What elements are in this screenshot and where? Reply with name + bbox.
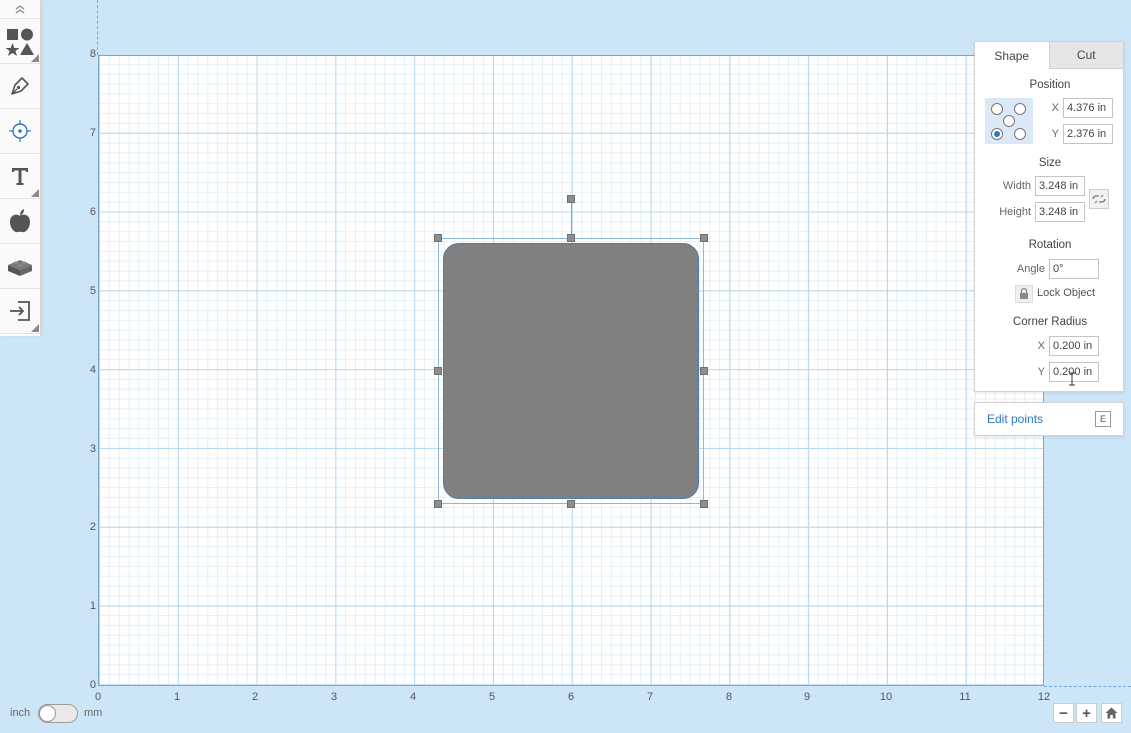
edit-points-button[interactable]: Edit points E: [974, 402, 1124, 436]
origin-top-left-radio[interactable]: [991, 103, 1003, 115]
unit-mm-label: mm: [84, 707, 103, 719]
x-tick-label: 12: [1037, 691, 1051, 703]
y-tick-label: 8: [89, 48, 96, 60]
x-tick-label: 8: [725, 691, 733, 703]
text-tool-button[interactable]: [0, 154, 40, 199]
text-icon: [12, 168, 28, 185]
origin-bottom-left-radio[interactable]: [991, 128, 1003, 140]
angle-field[interactable]: 0°: [1049, 259, 1099, 279]
corner-radius-y-label: Y: [1037, 366, 1045, 378]
position-title: Position: [1029, 79, 1071, 91]
height-label: Height: [999, 206, 1031, 218]
x-tick-label: 10: [879, 691, 893, 703]
resize-handle-top-right[interactable]: [700, 234, 708, 242]
x-tick-label: 6: [567, 691, 575, 703]
width-label: Width: [1002, 180, 1031, 192]
edit-points-shortcut: E: [1095, 411, 1111, 427]
resize-handle-bottom-right[interactable]: [700, 500, 708, 508]
double-chevron-up-icon: [15, 4, 25, 14]
resize-handle-top[interactable]: [567, 234, 575, 242]
origin-center-radio[interactable]: [1003, 115, 1015, 127]
origin-selector: [985, 98, 1033, 144]
import-tool-button[interactable]: [0, 289, 40, 334]
y-tick-label: 3: [89, 443, 96, 455]
x-tick-label: 0: [94, 691, 102, 703]
resize-handle-bottom-left[interactable]: [434, 500, 442, 508]
text-cursor-icon: [1069, 372, 1075, 386]
y-tick-label: 6: [89, 206, 96, 218]
rotation-handle[interactable]: [567, 195, 575, 203]
rounded-square-shape[interactable]: [443, 243, 699, 499]
unit-inch-label: inch: [10, 707, 31, 719]
zoom-in-button[interactable]: +: [1076, 703, 1097, 723]
lego-tool-button[interactable]: [0, 244, 40, 289]
minus-icon: −: [1059, 704, 1068, 722]
x-tick-label: 11: [959, 691, 971, 703]
lock-object-button[interactable]: [1015, 285, 1033, 303]
apple-icon: [10, 209, 30, 233]
x-tick-label: 7: [646, 691, 654, 703]
origin-bottom-right-radio[interactable]: [1014, 128, 1026, 140]
corner-radius-title: Corner Radius: [1012, 316, 1088, 328]
target-tool-button[interactable]: [0, 109, 40, 154]
zoom-home-button[interactable]: [1101, 703, 1122, 723]
x-tick-label: 9: [803, 691, 811, 703]
lock-icon: [1020, 287, 1028, 299]
height-field[interactable]: 3.248 in: [1035, 202, 1085, 222]
edit-points-label: Edit points: [987, 412, 1044, 426]
angle-label: Angle: [1016, 263, 1045, 275]
unit-toggle-switch[interactable]: [38, 704, 78, 723]
resize-handle-bottom[interactable]: [567, 500, 575, 508]
position-y-label: Y: [1051, 128, 1059, 140]
tab-cut[interactable]: Cut: [1049, 42, 1123, 69]
shapes-tool-button[interactable]: [0, 19, 40, 64]
y-tick-label: 1: [89, 600, 96, 612]
y-tick-label: 5: [89, 285, 96, 297]
y-tick-label: 0: [89, 679, 96, 691]
x-axis-extension: [1044, 686, 1131, 687]
pen-tool-button[interactable]: [0, 64, 40, 109]
rotation-handle-line: [571, 199, 572, 238]
lock-object-label: Lock Object: [1037, 287, 1096, 299]
resize-handle-left[interactable]: [434, 367, 442, 375]
position-y-field[interactable]: 2.376 in: [1063, 124, 1113, 144]
plus-icon: +: [1082, 704, 1091, 722]
home-icon: [1105, 707, 1118, 719]
resize-handle-right[interactable]: [700, 367, 708, 375]
size-title: Size: [1038, 157, 1062, 169]
x-tick-label: 1: [173, 691, 181, 703]
left-toolbar: [0, 0, 41, 336]
corner-radius-x-field[interactable]: 0.200 in: [1049, 336, 1099, 356]
width-field[interactable]: 3.248 in: [1035, 176, 1085, 196]
shapes-icon: [5, 28, 34, 56]
tab-shape[interactable]: Shape: [975, 42, 1050, 69]
y-tick-label: 2: [89, 521, 96, 533]
x-tick-label: 3: [330, 691, 338, 703]
position-x-label: X: [1051, 102, 1059, 114]
broken-link-icon: [1092, 194, 1106, 204]
y-tick-label: 4: [89, 364, 96, 376]
rotation-title: Rotation: [1028, 239, 1072, 251]
target-icon: [9, 120, 31, 142]
image-tool-button[interactable]: [0, 199, 40, 244]
x-tick-label: 2: [251, 691, 259, 703]
origin-top-right-radio[interactable]: [1014, 103, 1026, 115]
lego-brick-icon: [8, 260, 32, 276]
import-icon: [10, 301, 30, 321]
resize-handle-top-left[interactable]: [434, 234, 442, 242]
position-x-field[interactable]: 4.376 in: [1063, 98, 1113, 118]
collapse-toolbar-button[interactable]: [0, 0, 40, 19]
y-tick-label: 7: [89, 127, 96, 139]
shape-properties-panel: Shape Cut Position X 4.376 in Y 2.376 in…: [974, 41, 1124, 392]
pen-icon: [11, 77, 29, 95]
zoom-out-button[interactable]: −: [1053, 703, 1074, 723]
x-tick-label: 4: [409, 691, 417, 703]
lock-aspect-ratio-button[interactable]: [1089, 189, 1109, 209]
x-tick-label: 5: [488, 691, 496, 703]
corner-radius-x-label: X: [1037, 340, 1045, 352]
y-axis-extension: [97, 0, 98, 55]
unit-toggle-knob: [39, 705, 56, 722]
